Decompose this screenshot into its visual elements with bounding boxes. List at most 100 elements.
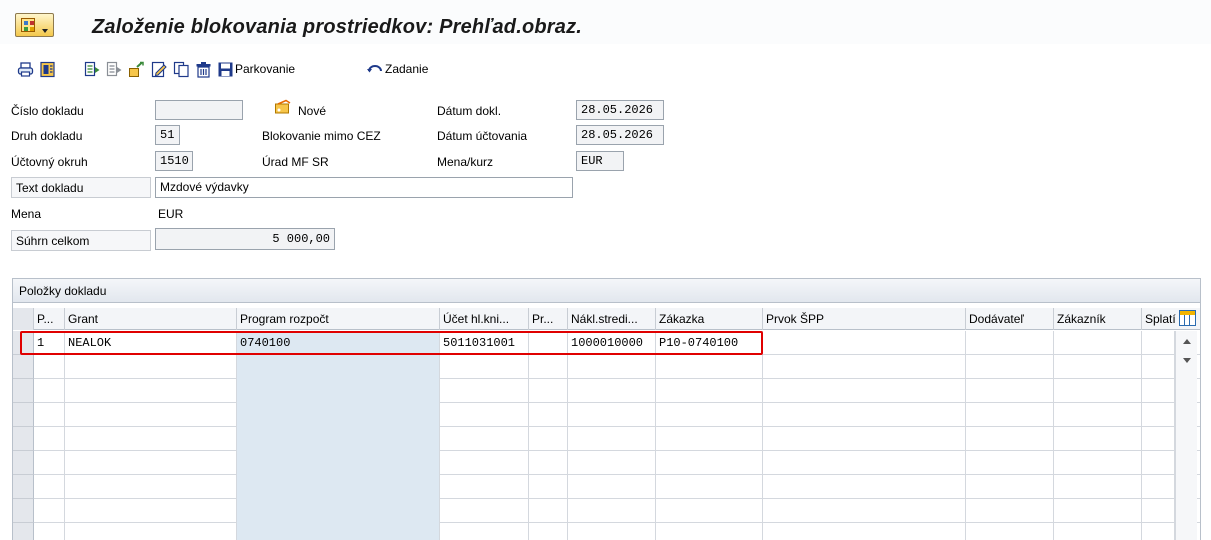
- cell-customer[interactable]: [1054, 427, 1142, 451]
- app-menu-button[interactable]: [15, 13, 54, 37]
- document-header-icon[interactable]: [84, 61, 101, 78]
- column-header-grant[interactable]: Grant: [65, 308, 237, 330]
- cell-pr[interactable]: [529, 499, 568, 523]
- cell-budget-program[interactable]: [237, 523, 440, 540]
- column-header-due[interactable]: Splatí: [1142, 308, 1178, 330]
- cell-order[interactable]: [656, 427, 763, 451]
- cell-budget-program[interactable]: 0740100: [237, 331, 440, 355]
- table-row[interactable]: [13, 427, 1200, 451]
- column-header-wbs-element[interactable]: Prvok ŠPP: [763, 308, 966, 330]
- select-all-cell[interactable]: [13, 308, 34, 330]
- currency-rate-field[interactable]: EUR: [576, 151, 624, 171]
- park-button[interactable]: Parkovanie: [217, 58, 347, 80]
- cell-wbs-element[interactable]: [763, 427, 966, 451]
- cell-item[interactable]: [34, 475, 65, 499]
- doc-date-field[interactable]: 28.05.2026: [576, 100, 664, 120]
- cell-due[interactable]: [1142, 355, 1175, 379]
- cell-gl-account[interactable]: [440, 523, 529, 540]
- cell-gl-account[interactable]: [440, 427, 529, 451]
- cell-cost-center[interactable]: [568, 523, 656, 540]
- table-row[interactable]: [13, 451, 1200, 475]
- cell-cost-center[interactable]: [568, 379, 656, 403]
- cell-grant[interactable]: [65, 403, 237, 427]
- hold-icon[interactable]: [128, 61, 145, 78]
- column-header-item[interactable]: P...: [34, 308, 65, 330]
- cell-cost-center[interactable]: [568, 427, 656, 451]
- cell-budget-program[interactable]: [237, 355, 440, 379]
- cell-gl-account[interactable]: 5011031001: [440, 331, 529, 355]
- doc-number-field[interactable]: [155, 100, 243, 120]
- entry-button[interactable]: Zadanie: [366, 58, 446, 80]
- cell-customer[interactable]: [1054, 355, 1142, 379]
- cell-due[interactable]: [1142, 523, 1175, 540]
- cell-item[interactable]: [34, 379, 65, 403]
- edit-icon[interactable]: [151, 61, 168, 78]
- cell-due[interactable]: [1142, 403, 1175, 427]
- cell-item[interactable]: [34, 427, 65, 451]
- cell-customer[interactable]: [1054, 475, 1142, 499]
- column-header-pr[interactable]: Pr...: [529, 308, 568, 330]
- cell-wbs-element[interactable]: [763, 523, 966, 540]
- cell-item[interactable]: [34, 451, 65, 475]
- cell-wbs-element[interactable]: [763, 499, 966, 523]
- row-selector[interactable]: [13, 523, 34, 540]
- cell-item[interactable]: 1: [34, 331, 65, 355]
- cell-order[interactable]: [656, 379, 763, 403]
- row-selector[interactable]: [13, 403, 34, 427]
- vertical-scrollbar[interactable]: [1175, 331, 1197, 540]
- column-header-vendor[interactable]: Dodávateľ: [966, 308, 1054, 330]
- cell-cost-center[interactable]: [568, 499, 656, 523]
- cell-vendor[interactable]: [966, 523, 1054, 540]
- scroll-up-icon[interactable]: [1183, 339, 1191, 344]
- cell-budget-program[interactable]: [237, 451, 440, 475]
- cell-vendor[interactable]: [966, 499, 1054, 523]
- cell-grant[interactable]: [65, 355, 237, 379]
- cell-vendor[interactable]: [966, 355, 1054, 379]
- overview-icon[interactable]: [39, 61, 56, 78]
- print-icon[interactable]: [17, 61, 34, 78]
- cell-cost-center[interactable]: [568, 451, 656, 475]
- cell-pr[interactable]: [529, 379, 568, 403]
- cell-pr[interactable]: [529, 331, 568, 355]
- cell-grant[interactable]: [65, 523, 237, 540]
- delete-icon[interactable]: [195, 61, 212, 78]
- row-selector[interactable]: [13, 427, 34, 451]
- cell-item[interactable]: [34, 403, 65, 427]
- cell-order[interactable]: [656, 523, 763, 540]
- row-selector[interactable]: [13, 475, 34, 499]
- cell-budget-program[interactable]: [237, 403, 440, 427]
- cell-wbs-element[interactable]: [763, 331, 966, 355]
- cell-due[interactable]: [1142, 499, 1175, 523]
- cell-budget-program[interactable]: [237, 427, 440, 451]
- cell-budget-program[interactable]: [237, 379, 440, 403]
- table-row[interactable]: 1 NEALOK 0740100 5011031001 1000010000 P10-07…: [13, 331, 1200, 355]
- cell-customer[interactable]: [1054, 403, 1142, 427]
- table-row[interactable]: [13, 379, 1200, 403]
- cell-pr[interactable]: [529, 355, 568, 379]
- cell-order[interactable]: [656, 475, 763, 499]
- cell-grant[interactable]: NEALOK: [65, 331, 237, 355]
- table-row[interactable]: [13, 355, 1200, 379]
- document-items-icon[interactable]: [106, 61, 123, 78]
- cell-budget-program[interactable]: [237, 475, 440, 499]
- copy-icon[interactable]: [173, 61, 190, 78]
- cell-gl-account[interactable]: [440, 379, 529, 403]
- cell-pr[interactable]: [529, 403, 568, 427]
- company-code-field[interactable]: 1510: [155, 151, 193, 171]
- cell-customer[interactable]: [1054, 331, 1142, 355]
- cell-vendor[interactable]: [966, 331, 1054, 355]
- cell-vendor[interactable]: [966, 403, 1054, 427]
- cell-cost-center[interactable]: [568, 355, 656, 379]
- column-header-order[interactable]: Zákazka: [656, 308, 763, 330]
- cell-gl-account[interactable]: [440, 475, 529, 499]
- cell-due[interactable]: [1142, 331, 1175, 355]
- cell-pr[interactable]: [529, 523, 568, 540]
- cell-pr[interactable]: [529, 475, 568, 499]
- table-row[interactable]: [13, 403, 1200, 427]
- cell-vendor[interactable]: [966, 379, 1054, 403]
- column-header-customer[interactable]: Zákazník: [1054, 308, 1142, 330]
- cell-order[interactable]: P10-0740100: [656, 331, 763, 355]
- cell-order[interactable]: [656, 355, 763, 379]
- cell-grant[interactable]: [65, 451, 237, 475]
- cell-customer[interactable]: [1054, 499, 1142, 523]
